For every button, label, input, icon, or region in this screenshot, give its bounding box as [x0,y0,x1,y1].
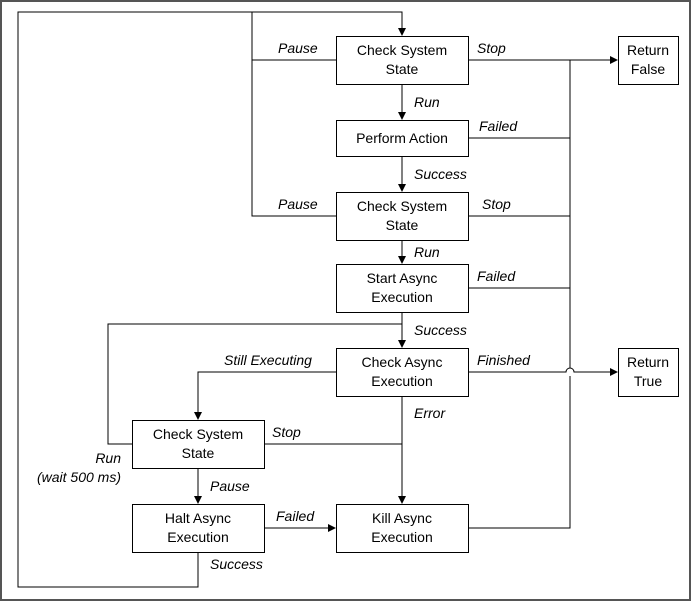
edge-label-check2-run: Run [414,244,440,260]
edge-label-error: Error [414,405,446,421]
flowchart-svg: Check System State Perform Action Check … [17,11,679,588]
edge-label-check3-run: Run [95,450,121,466]
node-label: Execution [371,289,432,305]
node-label: Perform Action [356,130,448,146]
edge-label-check3-run-wait: (wait 500 ms) [37,469,121,485]
edge-label-finished: Finished [477,352,531,368]
edge-label-still-executing: Still Executing [224,352,312,368]
node-label: State [386,61,419,77]
node-label: Execution [371,373,432,389]
node-halt-async-execution: Halt Async Execution [132,504,265,553]
node-label: Return [627,42,669,58]
node-return-false: Return False [618,36,679,85]
node-label: Check Async [362,354,443,370]
node-label: State [386,217,419,233]
node-label: Halt Async [165,510,231,526]
node-label: Return [627,354,669,370]
node-label: Start Async [367,270,438,286]
edge-label-check3-stop: Stop [272,424,301,440]
node-check-system-state-3: Check System State [132,420,265,469]
node-label: Check System [357,198,447,214]
node-label: State [182,445,215,461]
node-return-true: Return True [618,348,679,397]
edge-label-perform-failed: Failed [479,118,518,134]
node-start-async-execution: Start Async Execution [336,264,469,313]
edge-label-check1-stop: Stop [477,40,506,56]
edge-check-async-finished [468,367,618,376]
node-kill-async-execution: Kill Async Execution [336,504,469,553]
edge-label-start-failed: Failed [477,268,516,284]
node-label: Execution [167,529,228,545]
node-check-system-state-1: Check System State [336,36,469,85]
node-label: Execution [371,529,432,545]
flowchart-canvas: Check System State Perform Action Check … [0,0,691,601]
node-perform-action: Perform Action [336,120,469,157]
edge-label-check2-stop: Stop [482,196,511,212]
node-label: Check System [357,42,447,58]
edge-label-check3-pause: Pause [210,478,250,494]
edge-label-perform-success: Success [414,166,467,182]
edge-label-check1-pause: Pause [278,40,318,56]
node-label: True [634,373,662,389]
node-check-async-execution: Check Async Execution [336,348,469,397]
node-label: False [631,61,665,77]
edge-label-check1-run: Run [414,94,440,110]
node-label: Kill Async [372,510,432,526]
edge-label-halt-success: Success [210,556,263,572]
edge-still-executing [194,371,336,420]
connectors [17,11,618,588]
node-label: Check System [153,426,243,442]
edge-label-halt-failed: Failed [276,508,315,524]
edge-label-start-success: Success [414,322,467,338]
edge-label-check2-pause: Pause [278,196,318,212]
node-check-system-state-2: Check System State [336,192,469,241]
